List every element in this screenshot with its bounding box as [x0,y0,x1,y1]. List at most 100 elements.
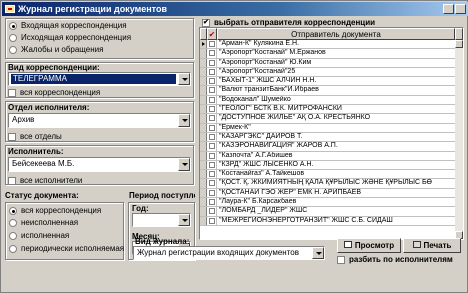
row-checkbox[interactable] [209,41,215,47]
table-row[interactable]: "МЕЖРЕГИОНЭНЕРГОТРАНЗИТ" ЖШС С.Б. СИДАШ [200,216,455,226]
row-checkbox-cell[interactable] [207,151,217,160]
table-row[interactable]: "Арман-К" Кулякина Е.Н. [200,40,455,50]
chevron-down-icon[interactable] [178,158,190,171]
row-checkbox-cell[interactable] [207,77,217,86]
row-checkbox[interactable] [209,133,215,140]
table-row[interactable]: "ЛОМБАРД _ЛИДЕР" ЖШС [200,207,455,217]
row-checkbox-cell[interactable] [207,40,217,49]
row-checkbox-cell[interactable] [207,132,217,142]
row-checkbox-cell[interactable] [207,179,217,188]
year-select[interactable] [132,213,191,227]
row-checkbox[interactable] [209,50,215,57]
row-checkbox-cell[interactable] [207,86,217,95]
row-checkbox[interactable] [209,96,215,103]
all-correspondence-checkbox[interactable]: вся корреспонденция [8,87,100,98]
table-row[interactable]: "Костанайгаз" А.Тайкешов [200,170,455,180]
row-checkbox[interactable] [209,68,215,75]
correspondence-type-select[interactable]: ТЕЛЕГРАММА [8,72,191,86]
department-select[interactable]: Архив [8,113,191,128]
all-departments-checkbox[interactable]: все отделы [8,131,62,142]
table-row[interactable]: "ГЕОЛОГ" БСТК В.К. МИТРОФАНСКИ [200,105,455,115]
executor-select[interactable]: Бейсекеева М.Б. [8,157,191,172]
table-row[interactable]: "ДОСТУПНОЕ ЖИЛЬЕ" АҚ О.А. КРЕСТЬЯНКО [200,114,455,124]
direction-complaints-radio[interactable]: Жалобы и обращения [9,44,103,55]
sender-name-cell: "ЛОМБАРД _ЛИДЕР" ЖШС [219,207,308,215]
row-checkbox-cell[interactable] [207,123,217,132]
row-checkbox[interactable] [209,87,215,94]
row-checkbox-cell[interactable] [207,95,217,105]
row-checkbox-cell[interactable] [207,188,217,198]
table-row[interactable]: "Аэропорт"Костанай" М.Ержанов [200,49,455,59]
row-indicator [200,77,207,86]
direction-outgoing-radio[interactable]: Исходящая корреспонденция [9,32,131,43]
row-checkbox[interactable] [209,208,215,215]
split-by-executors-checkbox[interactable]: разбить по исполнителям [337,254,453,265]
row-checkbox[interactable] [209,161,215,168]
table-row[interactable]: "КАЗЭРОНАВИГАЦИЯ" ЖАРОВ А.П. [200,142,455,152]
row-indicator [200,198,207,207]
table-row[interactable]: "ҚОСТ. Қ. ЖКИМИЯТНЫҢ ҚАЛА ҚҰРЫЛЫС ЖӘНЕ Қ… [200,179,455,189]
correspondence-type-label: Вид корреспонденции: [8,63,100,72]
row-checkbox-cell[interactable] [207,114,217,123]
print-button[interactable]: Печать [403,238,461,253]
row-checkbox[interactable] [209,199,215,206]
sender-name-cell: "БАХЫТ-1" ЖШС АЛЧИН Н.Н. [219,77,317,85]
column-header-sender[interactable]: Отправитель документа [217,28,455,40]
table-header: ✔ Отправитель документа [200,28,463,40]
department-label: Отдел исполнителя: [8,103,90,112]
row-checkbox-cell[interactable] [207,67,217,77]
status-unexecuted-radio[interactable]: неисполненная [9,217,78,228]
row-checkbox[interactable] [209,59,215,66]
close-button[interactable] [455,4,466,14]
row-checkbox-cell[interactable] [207,58,217,67]
row-checkbox-cell[interactable] [207,198,217,207]
row-checkbox-cell[interactable] [207,105,217,114]
status-all-radio[interactable]: вся корреспонденция [9,205,101,216]
table-row[interactable]: "КЗРД" ЖШС ЛЫСЕНКО А.Н. [200,160,455,171]
table-row[interactable]: "Казпочта" А.Г.Абишев [200,151,455,161]
row-indicator [200,105,207,114]
chevron-down-icon[interactable] [178,114,190,127]
row-checkbox[interactable] [209,180,215,187]
table-row[interactable]: "Аэропорт"Костанай" Ю.Ким [200,58,455,68]
status-periodic-radio[interactable]: периодически исполняемая [9,243,124,254]
row-checkbox[interactable] [209,171,215,178]
table-row[interactable]: "Ермек-К" [200,123,455,133]
row-checkbox[interactable] [209,152,215,159]
chevron-down-icon[interactable] [312,247,324,259]
row-indicator [200,67,207,77]
row-checkbox[interactable] [209,189,215,196]
direction-incoming-radio[interactable]: Входящая корреспонденция [9,20,127,31]
title-bar: Журнал регистрации документов [2,2,468,16]
row-checkbox-cell[interactable] [207,160,217,170]
table-row[interactable]: "Аэропорт"Костанай"25 [200,67,455,78]
row-checkbox[interactable] [209,124,215,131]
row-checkbox[interactable] [209,143,215,150]
chevron-down-icon[interactable] [178,73,190,85]
scroll-up-button[interactable] [455,40,463,48]
chevron-down-icon[interactable] [178,214,190,226]
preview-button[interactable]: Просмотр [337,238,401,253]
sender-name-cell: "Водоканал" Шумейко [219,95,291,103]
table-row[interactable]: "КАЗАРГЭКС" ДАЙРОВ Т. [200,132,455,143]
row-checkbox-cell[interactable] [207,49,217,58]
row-checkbox-cell[interactable] [207,216,217,225]
table-row[interactable]: "Водоканал" Шумейко [200,95,455,106]
row-checkbox-cell[interactable] [207,142,217,151]
minimize-button[interactable] [443,4,454,14]
row-checkbox[interactable] [209,217,215,224]
table-row[interactable]: "Лаура-К" Б.Карсакбаев [200,198,455,208]
row-checkbox[interactable] [209,115,215,122]
row-checkbox-cell[interactable] [207,170,217,179]
row-checkbox[interactable] [209,78,215,85]
table-row[interactable]: "Валют транзитБанк"И.Ибраев [200,86,455,96]
status-executed-radio[interactable]: исполненная [9,230,69,241]
journal-type-select[interactable]: Журнал регистрации входящих документов [133,246,325,260]
all-executors-checkbox[interactable]: все исполнители [8,175,82,186]
vertical-scrollbar[interactable] [455,40,463,239]
row-checkbox[interactable] [209,106,215,113]
row-checkbox-cell[interactable] [207,207,217,216]
table-row[interactable]: "БАХЫТ-1" ЖШС АЛЧИН Н.Н. [200,77,455,87]
row-indicator [200,170,207,179]
table-row[interactable]: "ҚОСТАНАЙ ГЭО ЖЕР" ЕМК Н. АРИПБАЕВ [200,188,455,199]
